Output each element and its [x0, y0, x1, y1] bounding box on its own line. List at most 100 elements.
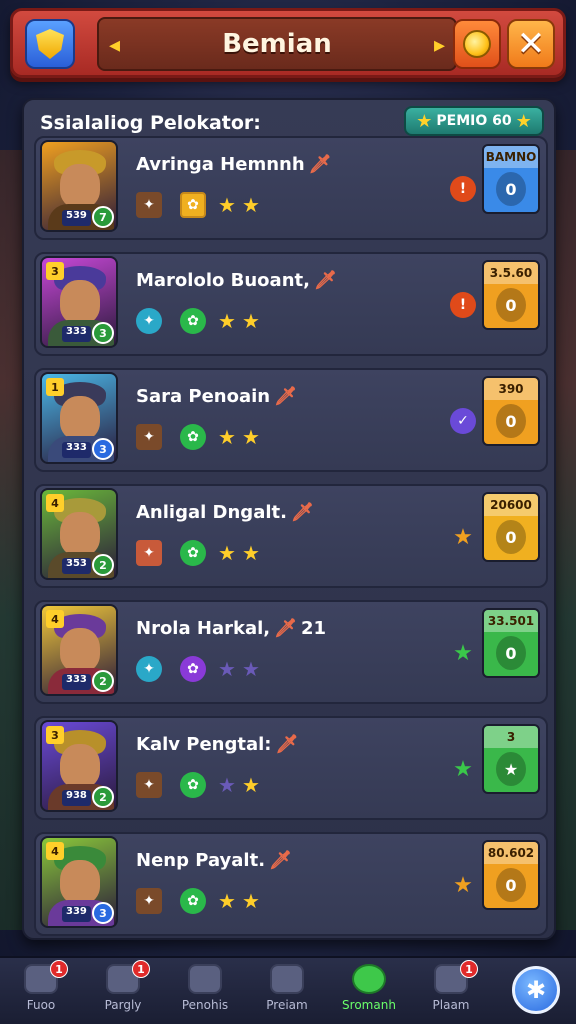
hero-traits: ✦ ✿ ★ ★: [136, 888, 266, 914]
hero-name-label: Nenp Payalt.: [136, 850, 266, 871]
plus-button[interactable]: ✱: [512, 966, 560, 1014]
panel-heading: Ssialaliog Pelokator:: [40, 112, 261, 134]
close-button[interactable]: ✕: [507, 19, 555, 69]
panel-badge-label: PEMIO 60: [436, 113, 512, 129]
star-icon: ★: [218, 657, 236, 681]
star-icon: ★: [241, 425, 260, 449]
hero-stars: ★ ★: [218, 889, 266, 913]
nav-item-plaam[interactable]: Plaam 1: [410, 958, 492, 1024]
hero-level: 3: [46, 726, 64, 744]
star-icon: ★: [218, 193, 236, 217]
nav-item-sromanh[interactable]: Sromanh: [328, 958, 410, 1024]
hero-row[interactable]: 1 333 3 Sara Penoain 🗡 ✦ ✿ ★ ★ ✓ 390 0: [34, 368, 548, 472]
star-icon: ★: [241, 193, 260, 217]
notification-badge: 1: [132, 960, 150, 978]
reward-price: 20600: [484, 494, 538, 516]
reward-price: 390: [484, 378, 538, 400]
sword-icon: 🗡: [275, 734, 299, 755]
hero-portrait[interactable]: 4 339 3: [40, 836, 118, 928]
status-badge: ✓: [450, 408, 476, 434]
reward-button[interactable]: 3.5.60 0: [482, 260, 540, 330]
hero-rank: 2: [92, 554, 114, 576]
arrow-right-icon[interactable]: ▸: [434, 33, 445, 58]
hero-portrait[interactable]: 4 353 2: [40, 488, 118, 580]
status-badge: ★: [453, 872, 473, 898]
hero-face: [60, 744, 100, 788]
reward-button[interactable]: BAMNO 0: [482, 144, 540, 214]
hero-rank: 3: [92, 438, 114, 460]
hero-row[interactable]: 4 353 2 Anligal Dngalt. 🗡 ✦ ✿ ★ ★ ★ 20600 …: [34, 484, 548, 588]
sword-icon: 🗡: [290, 502, 314, 523]
hero-row[interactable]: 3 938 2 Kalv Pengtal: 🗡 ✦ ✿ ★ ★ ★ 3 ★: [34, 716, 548, 820]
reward-slot: 0: [496, 636, 526, 670]
shield-button[interactable]: [25, 19, 75, 69]
trait-icon: ✦: [136, 424, 162, 450]
reward-slot: 0: [496, 868, 526, 902]
coin-button[interactable]: [453, 19, 501, 69]
arrow-left-icon[interactable]: ◂: [109, 33, 120, 58]
hero-name-label: Nrola Harkal,: [136, 618, 271, 639]
hero-row[interactable]: 3 333 3 Marololo Buoant, 🗡 ✦ ✿ ★ ★ ! 3.5.6…: [34, 252, 548, 356]
status-badge: ★: [453, 756, 473, 782]
notification-badge: 1: [460, 960, 478, 978]
hero-row[interactable]: 4 333 2 Nrola Harkal, 🗡 21 ✦ ✿ ★ ★ ★ 33.501…: [34, 600, 548, 704]
hero-rank: 2: [92, 786, 114, 808]
hero-portrait[interactable]: 539 7: [40, 140, 118, 232]
hero-name-label: Marololo Buoant,: [136, 270, 310, 291]
hero-extra: 21: [300, 618, 327, 639]
nav-icon: [352, 964, 386, 994]
reward-button[interactable]: 390 0: [482, 376, 540, 446]
hero-name: Sara Penoain 🗡: [136, 386, 297, 407]
nav-label: Preiam: [266, 998, 308, 1012]
nav-item-fuoo[interactable]: Fuoo 1: [0, 958, 82, 1024]
hero-row[interactable]: 539 7 Avringa Hemnnh 🗡 ✦ ✿ ★ ★ ! BAMNO 0: [34, 136, 548, 240]
star-icon: ★: [218, 541, 236, 565]
hero-list: 539 7 Avringa Hemnnh 🗡 ✦ ✿ ★ ★ ! BAMNO 0 3…: [34, 136, 548, 948]
hero-power: 353: [62, 558, 91, 574]
star-icon: ★: [218, 425, 236, 449]
trait-icon: ✿: [180, 192, 206, 218]
reward-button[interactable]: 80.602 0: [482, 840, 540, 910]
star-icon: ★: [241, 309, 260, 333]
star-icon: ★: [416, 110, 433, 132]
trait-icon: ✦: [136, 192, 162, 218]
hero-portrait[interactable]: 3 333 3: [40, 256, 118, 348]
reward-button[interactable]: 33.501 0: [482, 608, 540, 678]
reward-slot: 0: [496, 172, 526, 206]
nav-label: Sromanh: [342, 998, 396, 1012]
sword-icon: 🗡: [274, 386, 297, 407]
hero-traits: ✦ ✿ ★ ★: [136, 540, 266, 566]
hero-face: [60, 628, 100, 672]
star-icon: ★: [515, 110, 532, 132]
reward-slot: 0: [496, 520, 526, 554]
hero-level: 1: [46, 378, 64, 396]
trait-icon: ✦: [136, 888, 162, 914]
nav-item-pargly[interactable]: Pargly 1: [82, 958, 164, 1024]
hero-power: 938: [62, 790, 91, 806]
nav-item-penohis[interactable]: Penohis: [164, 958, 246, 1024]
page-title: Bemian: [222, 29, 332, 59]
reward-button[interactable]: 20600 0: [482, 492, 540, 562]
reward-price: 33.501: [484, 610, 538, 632]
star-icon: ★: [241, 657, 260, 681]
trait-icon: ✿: [180, 424, 206, 450]
hero-portrait[interactable]: 4 333 2: [40, 604, 118, 696]
hero-traits: ✦ ✿ ★ ★: [136, 656, 266, 682]
hero-face: [60, 860, 100, 904]
hero-portrait[interactable]: 3 938 2: [40, 720, 118, 812]
sword-icon: 🗡: [308, 154, 332, 175]
reward-button[interactable]: 3 ★: [482, 724, 540, 794]
hero-portrait[interactable]: 1 333 3: [40, 372, 118, 464]
notification-badge: 1: [50, 960, 68, 978]
hero-rank: 3: [92, 902, 114, 924]
hero-stars: ★ ★: [218, 193, 266, 217]
coin-icon: [463, 30, 491, 58]
nav-item-preiam[interactable]: Preiam: [246, 958, 328, 1024]
star-icon: ★: [241, 889, 260, 913]
reward-price: BAMNO: [484, 146, 538, 168]
hero-row[interactable]: 4 339 3 Nenp Payalt. 🗡 ✦ ✿ ★ ★ ★ 80.602 0: [34, 832, 548, 936]
title-plate: ◂ Bemian ▸: [97, 17, 457, 71]
status-badge: ★: [453, 524, 473, 550]
hero-name-label: Avringa Hemnnh: [136, 154, 305, 175]
hero-rank: 3: [92, 322, 114, 344]
